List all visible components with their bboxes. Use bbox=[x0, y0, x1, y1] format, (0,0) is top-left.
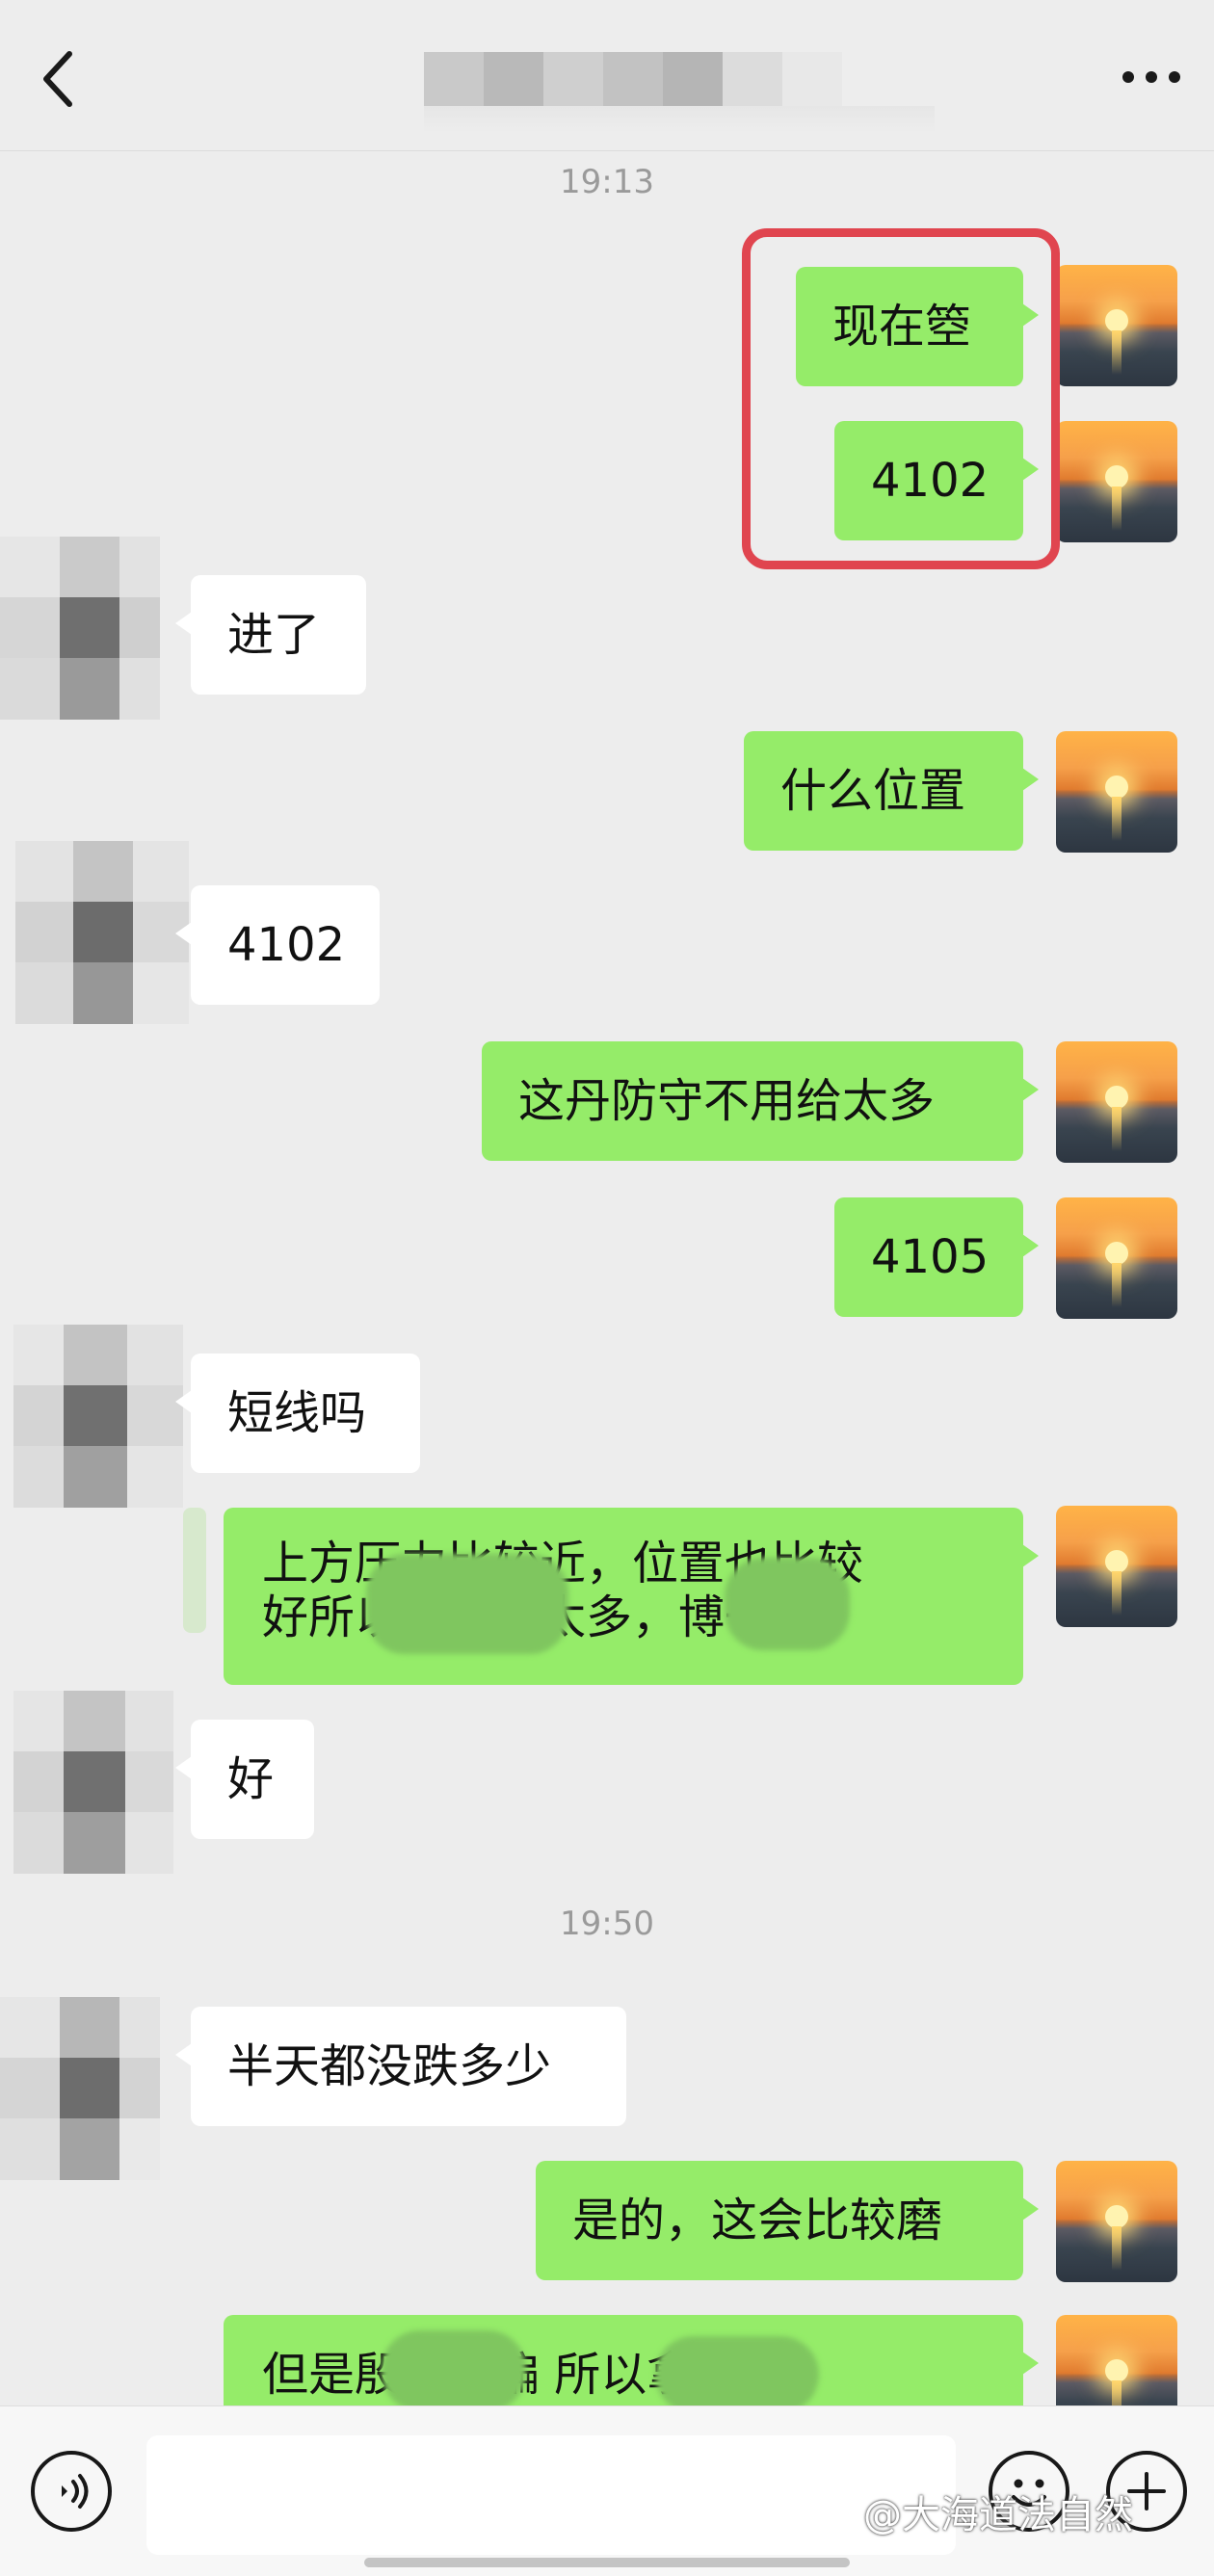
message-bubble-received[interactable]: 好 bbox=[175, 1720, 314, 1839]
more-options-button[interactable] bbox=[1118, 58, 1185, 96]
my-avatar[interactable] bbox=[1056, 731, 1177, 853]
contact-avatar-obscured[interactable] bbox=[13, 1691, 173, 1874]
censor-blur bbox=[655, 2336, 819, 2405]
contact-avatar-obscured[interactable] bbox=[0, 1997, 160, 2180]
message-bubble-received[interactable]: 半天都没跌多少 bbox=[175, 2007, 626, 2126]
message-bubble-sent[interactable]: 这丹防守不用给太多 bbox=[482, 1041, 1039, 1161]
message-bubble-sent[interactable]: 是的，这会比较磨 bbox=[536, 2161, 1039, 2280]
my-avatar[interactable] bbox=[1056, 1506, 1177, 1627]
message-input[interactable] bbox=[146, 2435, 956, 2555]
message-bubble-sent[interactable]: 但是殷显是偏 所以拿 bbox=[224, 2315, 1039, 2405]
message-list[interactable]: 19:13 现在箜 4102 进了 什么位置 4102 这丹防守不用给太多 41… bbox=[0, 151, 1214, 2405]
chat-header bbox=[0, 0, 1214, 151]
more-dots-icon bbox=[1122, 71, 1180, 83]
my-avatar[interactable] bbox=[1056, 421, 1177, 542]
voice-button[interactable] bbox=[31, 2451, 112, 2532]
my-avatar[interactable] bbox=[1056, 1197, 1177, 1319]
my-avatar[interactable] bbox=[1056, 1041, 1177, 1163]
quoted-edge bbox=[183, 1508, 206, 1633]
censor-blur bbox=[382, 2330, 526, 2405]
voice-icon bbox=[62, 2474, 89, 2509]
message-bubble-sent[interactable]: 什么位置 bbox=[744, 731, 1039, 851]
timestamp: 19:50 bbox=[560, 1905, 654, 1943]
chat-title-obscured bbox=[424, 52, 842, 112]
highlight-box bbox=[742, 228, 1060, 569]
my-avatar[interactable] bbox=[1056, 2315, 1177, 2405]
my-avatar[interactable] bbox=[1056, 2161, 1177, 2282]
message-bubble-sent[interactable]: 4105 bbox=[834, 1197, 1039, 1317]
censor-blur bbox=[725, 1558, 850, 1650]
chevron-left-icon bbox=[43, 51, 72, 107]
home-indicator bbox=[364, 2558, 850, 2567]
back-button[interactable] bbox=[27, 40, 89, 118]
input-bar: @大海道法自然 bbox=[0, 2405, 1214, 2576]
my-avatar[interactable] bbox=[1056, 265, 1177, 386]
contact-avatar-obscured[interactable] bbox=[0, 537, 160, 720]
message-bubble-received[interactable]: 进了 bbox=[175, 575, 366, 695]
censor-blur bbox=[366, 1554, 568, 1654]
title-blur-fade bbox=[424, 106, 935, 133]
message-bubble-received[interactable]: 4102 bbox=[175, 885, 380, 1005]
timestamp: 19:13 bbox=[560, 163, 654, 201]
watermark-text: @大海道法自然 bbox=[863, 2493, 1133, 2537]
contact-avatar-obscured[interactable] bbox=[13, 1325, 183, 1508]
contact-avatar-obscured[interactable] bbox=[15, 841, 189, 1024]
message-bubble-received[interactable]: 短线吗 bbox=[175, 1354, 420, 1473]
message-bubble-sent[interactable]: 上方压力比较近，位置也比较 好所以不用给太多，博一下 bbox=[224, 1508, 1039, 1685]
